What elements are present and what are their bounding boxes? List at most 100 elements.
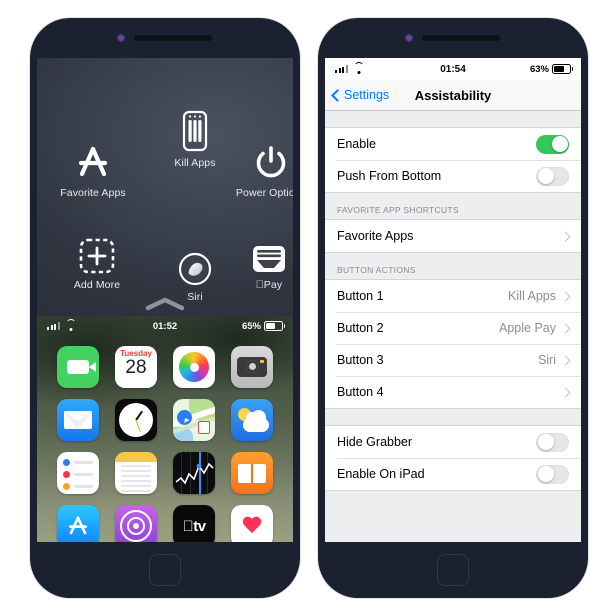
settings-row-button-3[interactable]: Button 3 Siri bbox=[325, 344, 581, 376]
chevron-right-icon bbox=[560, 323, 571, 333]
chevron-right-icon bbox=[560, 355, 571, 365]
app-icon-podcasts[interactable] bbox=[115, 505, 157, 542]
home-screen: 01:52 65% Tuesday 28 tv bbox=[37, 316, 293, 542]
row-label: Hide Grabber bbox=[337, 435, 413, 449]
right-phone-frame: 01:54 63% Settings Assistability Enable … bbox=[318, 18, 588, 598]
dashed-plus-icon bbox=[79, 228, 115, 274]
app-icon-photos[interactable] bbox=[173, 346, 215, 388]
front-camera-icon bbox=[118, 35, 124, 41]
app-icon-apple-tv[interactable]: tv bbox=[173, 505, 215, 542]
app-icon-reminders[interactable] bbox=[57, 452, 99, 494]
chevron-right-icon bbox=[560, 231, 571, 241]
apple-logo-icon:  bbox=[256, 279, 264, 291]
row-label: Enable On iPad bbox=[337, 467, 425, 481]
chevron-right-icon bbox=[560, 291, 571, 301]
section-header-favorite-app-shortcuts: FAVORITE APP SHORTCUTS bbox=[337, 205, 459, 215]
settings-section-extras: Hide Grabber Enable On iPad bbox=[325, 425, 581, 491]
app-icon-clock[interactable] bbox=[115, 399, 157, 441]
left-phone-screen: Favorite Apps Kill Apps Power Optio Add … bbox=[37, 58, 293, 542]
settings-row-button-2[interactable]: Button 2 Apple Pay bbox=[325, 312, 581, 344]
status-time: 01:54 bbox=[440, 63, 466, 75]
wallet-icon bbox=[251, 228, 287, 274]
row-value: Siri bbox=[537, 353, 556, 367]
row-label: Favorite Apps bbox=[337, 229, 414, 243]
toggle-push-from-bottom[interactable] bbox=[536, 166, 569, 186]
app-icon-health[interactable] bbox=[231, 505, 273, 542]
back-button-label: Settings bbox=[344, 88, 390, 102]
apple-logo-icon:  bbox=[182, 518, 193, 535]
overlay-item-label: Pay bbox=[256, 279, 282, 291]
status-bar: 01:54 63% bbox=[325, 58, 581, 80]
row-label: Button 4 bbox=[337, 385, 384, 399]
phone-app-switcher-icon bbox=[182, 106, 208, 152]
overlay-item-favorite-apps[interactable]: Favorite Apps bbox=[47, 136, 139, 199]
toggle-enable-on-ipad[interactable] bbox=[536, 464, 569, 484]
overlay-item-power-options[interactable]: Power Options bbox=[225, 136, 293, 199]
settings-row-enable-on-ipad[interactable]: Enable On iPad bbox=[325, 458, 581, 490]
left-phone-frame: Favorite Apps Kill Apps Power Optio Add … bbox=[30, 18, 300, 598]
toggle-hide-grabber[interactable] bbox=[536, 432, 569, 452]
chevron-right-icon bbox=[560, 387, 571, 397]
battery-icon bbox=[264, 321, 285, 331]
app-icon-books[interactable] bbox=[231, 452, 273, 494]
app-icon-weather[interactable] bbox=[231, 399, 273, 441]
row-label: Enable bbox=[337, 137, 376, 151]
earpiece-speaker bbox=[422, 35, 500, 41]
earpiece-speaker bbox=[134, 35, 212, 41]
row-label: Push From Bottom bbox=[337, 169, 442, 183]
settings-row-button-4[interactable]: Button 4 bbox=[325, 376, 581, 408]
app-icon-facetime[interactable] bbox=[57, 346, 99, 388]
app-icon-stocks[interactable] bbox=[173, 452, 215, 494]
app-icon-camera[interactable] bbox=[231, 346, 273, 388]
home-status-time: 01:52 bbox=[152, 320, 178, 332]
row-label: Button 3 bbox=[337, 353, 384, 367]
bottom-bezel bbox=[318, 542, 588, 598]
chevron-left-icon bbox=[331, 88, 344, 102]
settings-row-enable[interactable]: Enable bbox=[325, 128, 581, 160]
toggle-enable[interactable] bbox=[536, 134, 569, 154]
back-button[interactable]: Settings bbox=[331, 88, 390, 102]
section-header-button-actions: BUTTON ACTIONS bbox=[337, 265, 416, 275]
app-store-a-icon bbox=[73, 136, 113, 182]
app-icon-calendar[interactable]: Tuesday 28 bbox=[115, 346, 157, 388]
settings-row-button-1[interactable]: Button 1 Kill Apps bbox=[325, 280, 581, 312]
power-icon bbox=[252, 136, 290, 182]
app-icon-app-store[interactable] bbox=[57, 505, 99, 542]
row-label: Button 1 bbox=[337, 289, 384, 303]
overlay-grabber-chevron-up-icon[interactable] bbox=[37, 296, 293, 312]
settings-section-main: Enable Push From Bottom bbox=[325, 127, 581, 193]
settings-list[interactable]: Enable Push From Bottom FAVORITE APP SHO… bbox=[325, 111, 581, 542]
overlay-item-label: Add More bbox=[73, 279, 121, 291]
front-camera-icon bbox=[406, 35, 412, 41]
calendar-date: 28 bbox=[125, 357, 147, 378]
settings-row-push-from-bottom[interactable]: Push From Bottom bbox=[325, 160, 581, 192]
home-status-bar: 01:52 65% bbox=[37, 316, 293, 336]
overlay-item-add-more[interactable]: Add More bbox=[51, 228, 143, 291]
right-phone-screen: 01:54 63% Settings Assistability Enable … bbox=[325, 58, 581, 542]
settings-section-favorite-shortcuts: Favorite Apps bbox=[325, 219, 581, 253]
siri-orb-icon bbox=[178, 240, 212, 286]
bottom-bezel bbox=[30, 542, 300, 598]
top-bezel bbox=[318, 18, 588, 58]
app-grid: Tuesday 28 tv bbox=[37, 336, 293, 542]
app-icon-notes[interactable] bbox=[115, 452, 157, 494]
row-value: Kill Apps bbox=[508, 289, 556, 303]
overlay-item-label: Kill Apps bbox=[174, 157, 216, 169]
app-icon-mail[interactable] bbox=[57, 399, 99, 441]
overlay-item-apple-pay[interactable]: Pay bbox=[223, 228, 293, 291]
overlay-item-label: Favorite Apps bbox=[60, 187, 126, 199]
settings-app: 01:54 63% Settings Assistability Enable … bbox=[325, 58, 581, 542]
settings-row-favorite-apps[interactable]: Favorite Apps bbox=[325, 220, 581, 252]
top-bezel bbox=[30, 18, 300, 58]
settings-section-button-actions: Button 1 Kill Apps Button 2 Apple Pay Bu… bbox=[325, 279, 581, 409]
app-icon-maps[interactable] bbox=[173, 399, 215, 441]
home-button[interactable] bbox=[149, 554, 181, 586]
settings-row-hide-grabber[interactable]: Hide Grabber bbox=[325, 426, 581, 458]
screenshot-root: Favorite Apps Kill Apps Power Optio Add … bbox=[0, 0, 615, 615]
assistive-overlay-panel: Favorite Apps Kill Apps Power Optio Add … bbox=[37, 58, 293, 316]
home-button[interactable] bbox=[437, 554, 469, 586]
row-value: Apple Pay bbox=[499, 321, 556, 335]
